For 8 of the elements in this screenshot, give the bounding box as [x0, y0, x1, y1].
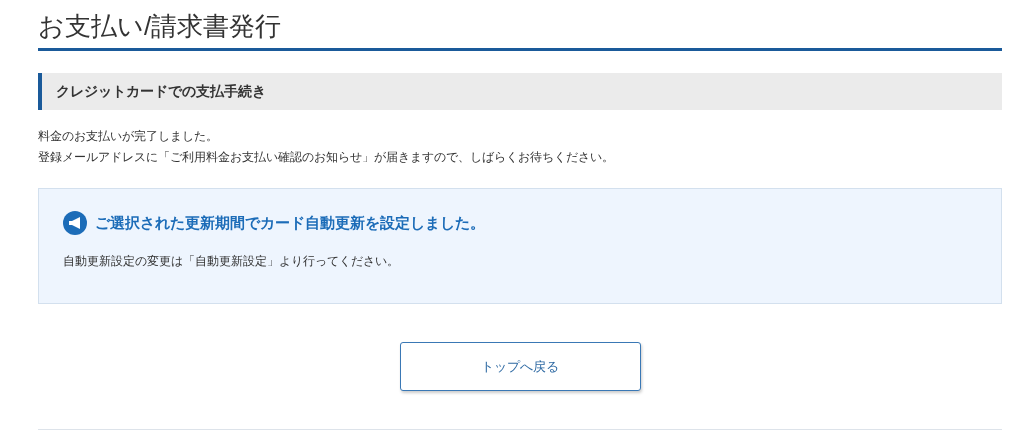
- message-text: 料金のお支払いが完了しました。: [38, 128, 219, 145]
- back-to-top-button[interactable]: トップへ戻る: [399, 342, 641, 391]
- notice-title: ご選択された更新期間でカード自動更新を設定しました。: [95, 213, 485, 233]
- message-text: 登録メールアドレスに「ご利用料金お支払い確認のお知らせ」が届きますので、しばらくお待ちください。: [38, 149, 615, 166]
- notice-text: 自動更新設定の変更は「自動更新設定」より行ってください。: [63, 253, 400, 270]
- page-title: お支払い/請求書発行: [38, 0, 1002, 51]
- section-heading: クレジットカードでの支払手続き: [38, 73, 1002, 110]
- megaphone-icon: [63, 211, 87, 235]
